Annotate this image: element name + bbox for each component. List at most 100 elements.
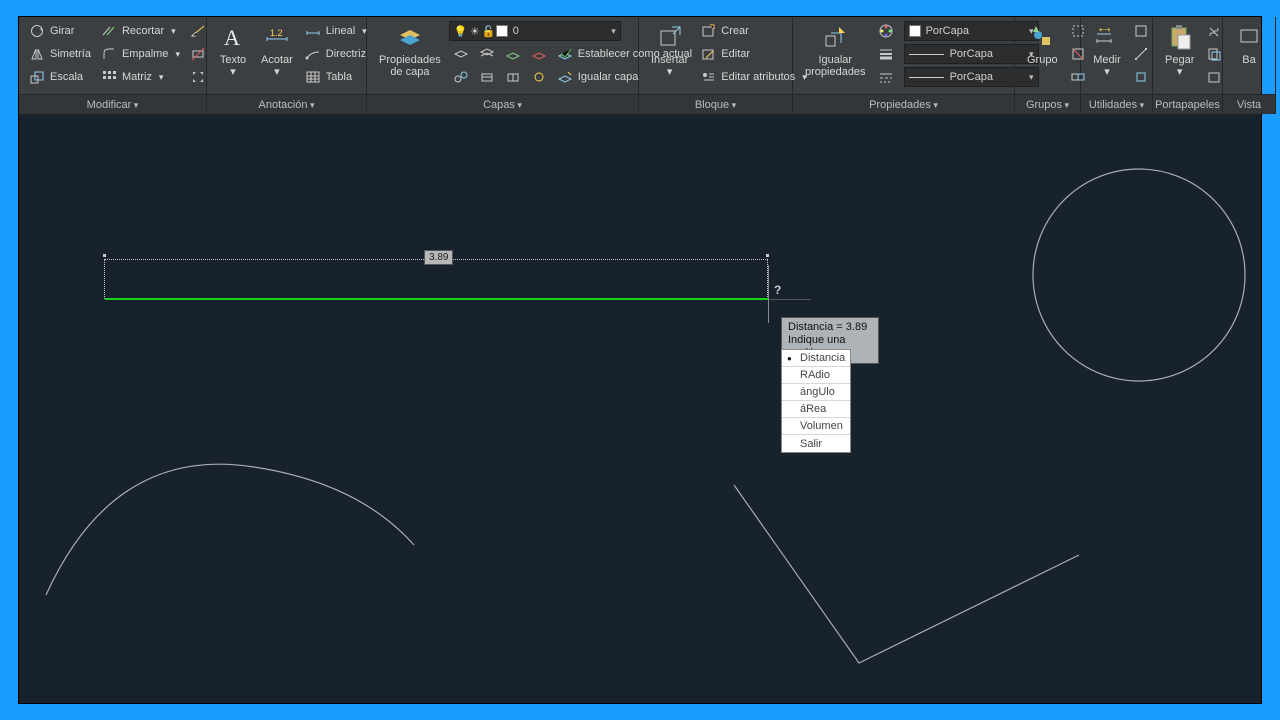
measure-option[interactable]: áRea xyxy=(782,401,850,418)
scale-button[interactable]: Escala xyxy=(25,67,95,87)
util-b3[interactable] xyxy=(1129,67,1153,87)
panel-groups-title[interactable]: Grupos xyxy=(1015,94,1080,114)
panel-annotation-title[interactable]: Anotación xyxy=(207,94,366,114)
svg-text:1.2: 1.2 xyxy=(270,28,283,38)
rotate-button[interactable]: Girar xyxy=(25,21,95,41)
panel-block: Insertar▾ Crear Editar Editar atributos▾… xyxy=(639,17,793,114)
leader-icon xyxy=(305,46,321,62)
layers-b1[interactable] xyxy=(449,44,473,64)
measure-option[interactable]: Salir xyxy=(782,435,850,452)
rotate-label: Girar xyxy=(50,25,74,37)
layers-c3[interactable] xyxy=(501,67,525,87)
fillet-label: Empalme xyxy=(122,48,168,60)
layer-name: 0 xyxy=(513,25,519,37)
create-icon xyxy=(700,23,716,39)
lweight-button[interactable] xyxy=(874,44,898,64)
match-layer-icon xyxy=(557,69,573,85)
svg-text:⟷: ⟷ xyxy=(1099,25,1111,34)
trim-label: Recortar xyxy=(122,25,164,37)
measure-option[interactable]: Volumen xyxy=(782,418,850,435)
insert-button[interactable]: Insertar▾ xyxy=(645,21,694,80)
scale-label: Escala xyxy=(50,71,83,83)
linear-dim-button[interactable]: Lineal▾ xyxy=(301,21,371,41)
layers-c1[interactable] xyxy=(449,67,473,87)
panel-modify: Girar Simetría Escala Recortar▾ Empalme▾… xyxy=(19,17,207,114)
rotate-icon xyxy=(29,23,45,39)
measure-icon: ⟷ xyxy=(1093,23,1121,51)
crosshair-v xyxy=(768,265,769,323)
text-icon: A xyxy=(219,23,247,51)
layer-combo[interactable]: 💡 ☀ 🔓 0 ▾ xyxy=(449,21,621,41)
layers-b2[interactable] xyxy=(475,44,499,64)
measure-options-menu: Distancia RAdio ángUlo áRea Volumen Sali… xyxy=(781,349,851,453)
leader-label: Directriz xyxy=(326,48,366,60)
util-b1[interactable] xyxy=(1129,21,1153,41)
ltype-button[interactable] xyxy=(874,67,898,87)
layers-c4[interactable] xyxy=(527,67,551,87)
layer-props-button[interactable]: Propiedades de capa xyxy=(373,21,447,80)
drawing-area[interactable]: 3.89 ? Distancia = 3.89 Indique una opci… xyxy=(19,115,1261,703)
dimension-button[interactable]: 1.2 Acotar▾ xyxy=(255,21,299,80)
panel-view: Ba Vista xyxy=(1223,17,1276,114)
fillet-button[interactable]: Empalme▾ xyxy=(97,44,184,64)
attr-icon xyxy=(700,69,716,85)
match-props-button[interactable]: Igualar propiedades xyxy=(799,21,872,80)
panel-modify-title[interactable]: Modificar xyxy=(19,94,206,114)
dimension-icon: 1.2 xyxy=(263,23,291,51)
group-button[interactable]: Grupo xyxy=(1021,21,1064,68)
array-icon xyxy=(101,69,117,85)
svg-text:A: A xyxy=(224,25,240,50)
measure-option[interactable]: RAdio xyxy=(782,367,850,384)
trim-button[interactable]: Recortar▾ xyxy=(97,21,184,41)
view-icon xyxy=(1235,23,1263,51)
trim-icon xyxy=(101,23,117,39)
panel-properties: Igualar propiedades PorCapa▾ PorCapa▾ Po… xyxy=(793,17,1015,114)
layers-b3[interactable] xyxy=(501,44,525,64)
panel-props-title[interactable]: Propiedades xyxy=(793,94,1014,114)
measure-option[interactable]: ángUlo xyxy=(782,384,850,401)
panel-view-title: Vista xyxy=(1223,94,1275,114)
create-label: Crear xyxy=(721,25,749,37)
table-icon xyxy=(305,69,321,85)
dimension-value: 3.89 xyxy=(424,250,453,265)
panel-layers: Propiedades de capa 💡 ☀ 🔓 0 ▾ xyxy=(367,17,639,114)
linear-label: Lineal xyxy=(326,25,355,37)
table-label: Tabla xyxy=(326,71,352,83)
layers-c2[interactable] xyxy=(475,67,499,87)
measure-button[interactable]: ⟷ Medir▾ xyxy=(1087,21,1127,80)
insert-icon xyxy=(656,23,684,51)
paste-icon xyxy=(1166,23,1194,51)
panel-layers-title[interactable]: Capas xyxy=(367,94,638,114)
mirror-icon xyxy=(29,46,45,62)
edit-icon xyxy=(700,46,716,62)
array-button[interactable]: Matriz▾ xyxy=(97,67,184,87)
panel-utils-title[interactable]: Utilidades xyxy=(1081,94,1152,114)
color-icon xyxy=(878,23,894,39)
layer-props-icon xyxy=(396,23,424,51)
panel-clipboard-title: Portapapeles xyxy=(1153,94,1222,114)
linear-icon xyxy=(305,23,321,39)
bulb-icon: 💡 xyxy=(454,23,468,39)
explode-icon xyxy=(190,69,206,85)
paste-button[interactable]: Pegar▾ xyxy=(1159,21,1200,80)
leader-button[interactable]: Directriz xyxy=(301,44,371,64)
fillet-icon xyxy=(101,46,117,62)
mirror-button[interactable]: Simetría xyxy=(25,44,95,64)
table-button[interactable]: Tabla xyxy=(301,67,371,87)
ribbon-bar: Girar Simetría Escala Recortar▾ Empalme▾… xyxy=(19,17,1261,115)
panel-utilities: ⟷ Medir▾ Utilidades xyxy=(1081,17,1153,114)
match-layer-button[interactable]: Igualar capa xyxy=(553,67,643,87)
text-button[interactable]: A Texto▾ xyxy=(213,21,253,80)
measure-option[interactable]: Distancia xyxy=(782,350,850,367)
attr-label: Editar atributos xyxy=(721,71,795,83)
array-label: Matriz xyxy=(122,71,152,83)
color-button[interactable] xyxy=(874,21,898,41)
scale-icon xyxy=(29,69,45,85)
stretch-icon xyxy=(190,23,206,39)
util-b2[interactable] xyxy=(1129,44,1153,64)
layers-b4[interactable] xyxy=(527,44,551,64)
ltype-icon xyxy=(878,69,894,85)
panel-block-title[interactable]: Bloque xyxy=(639,94,792,114)
view-base-button[interactable]: Ba xyxy=(1229,21,1269,68)
lock-icon: 🔓 xyxy=(482,23,496,39)
